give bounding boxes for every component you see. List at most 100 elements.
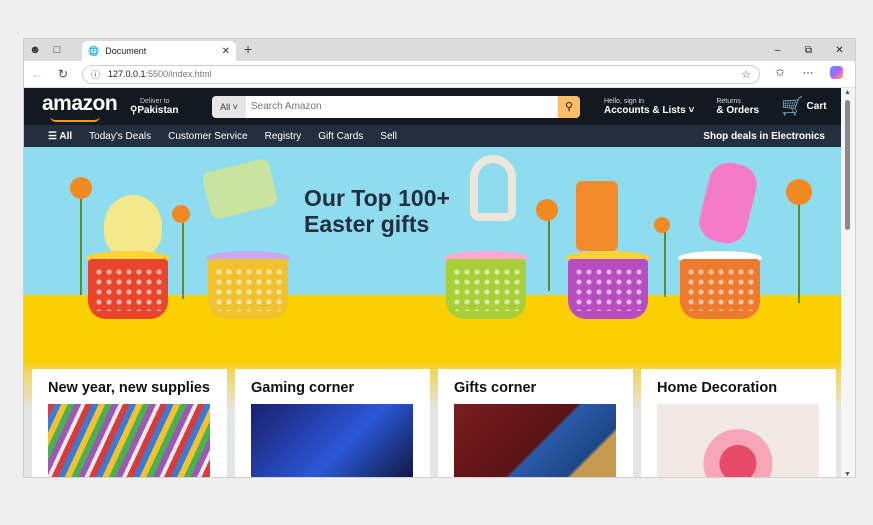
- title-bar: ☻ □ 🌐 Document ✕ + – ⧉ ✕: [24, 39, 855, 61]
- subnav-gift-cards[interactable]: Gift Cards: [318, 131, 363, 142]
- basket-image: [446, 259, 526, 319]
- more-icon[interactable]: ⋯: [794, 66, 822, 82]
- flower-image: [172, 205, 190, 223]
- subnav-all[interactable]: ☰ All: [48, 131, 72, 142]
- scrollbar-thumb[interactable]: [845, 100, 850, 230]
- search-button[interactable]: ⚲: [558, 95, 580, 118]
- returns-label: Returns: [716, 97, 741, 105]
- hero-line-1: Our Top 100+: [304, 185, 450, 211]
- tumbler-image: [576, 181, 618, 251]
- restore-icon[interactable]: ⧉: [793, 39, 824, 61]
- deliver-country: Pakistan: [137, 104, 179, 116]
- close-icon[interactable]: ✕: [222, 46, 230, 57]
- flower-image: [654, 217, 670, 233]
- flower-bouquet-image: [657, 404, 819, 477]
- cart-icon: 🛒: [781, 96, 804, 116]
- browser-tab[interactable]: 🌐 Document ✕: [82, 41, 236, 61]
- basket-image: [208, 259, 288, 319]
- subnav-sell[interactable]: Sell: [380, 131, 397, 142]
- favorites-icon[interactable]: ✩: [766, 66, 794, 82]
- card-title: New year, new supplies: [48, 380, 210, 396]
- amazon-header: amazon Deliver to ⚲Pakistan All ˅ ⚲ Hell…: [24, 88, 843, 125]
- card-gaming-corner[interactable]: Gaming corner: [235, 369, 430, 477]
- gaming-pc-image: [251, 404, 413, 477]
- gift-boxes-image: [454, 404, 616, 477]
- card-title: Gaming corner: [251, 380, 355, 396]
- copilot-icon[interactable]: [822, 66, 850, 82]
- hero-headline: Our Top 100+ Easter gifts: [304, 185, 450, 237]
- search-category-select[interactable]: All ˅: [212, 95, 246, 118]
- card-game-image: [201, 157, 279, 221]
- profile-icon[interactable]: ☻: [24, 39, 46, 61]
- web-page: amazon Deliver to ⚲Pakistan All ˅ ⚲ Hell…: [24, 88, 843, 477]
- cart-button[interactable]: 🛒 Cart: [781, 96, 826, 117]
- returns-orders[interactable]: Returns & Orders: [716, 98, 759, 116]
- tabs-icon[interactable]: □: [46, 39, 68, 61]
- colored-pencils-image: [48, 404, 210, 477]
- plus-icon[interactable]: +: [244, 41, 252, 57]
- category-cards: New year, new supplies Gaming corner Gif…: [24, 361, 843, 477]
- browser-tools: ✩ ⋯: [766, 66, 850, 82]
- url-path: :5500/index.html: [145, 69, 212, 79]
- flower-stem: [798, 193, 800, 303]
- basket-image: [88, 259, 168, 319]
- subnav-customer-service[interactable]: Customer Service: [168, 131, 247, 142]
- back-icon[interactable]: ←: [24, 67, 50, 81]
- card-home-decoration[interactable]: Home Decoration: [641, 369, 836, 477]
- headphones-image: [470, 155, 516, 221]
- globe-icon: 🌐: [88, 45, 100, 56]
- amazon-subnav: ☰ All Today's Deals Customer Service Reg…: [24, 125, 843, 147]
- hero-banner[interactable]: Our Top 100+ Easter gifts: [24, 147, 843, 361]
- minimize-icon[interactable]: –: [762, 39, 793, 61]
- subnav-registry[interactable]: Registry: [265, 131, 302, 142]
- cart-label: Cart: [806, 101, 827, 112]
- search-input[interactable]: [246, 95, 558, 118]
- deliver-to[interactable]: Deliver to ⚲Pakistan: [130, 98, 192, 116]
- card-title: Home Decoration: [657, 380, 778, 396]
- logo-text: amazon: [42, 91, 118, 115]
- window-controls: – ⧉ ✕: [762, 39, 855, 61]
- flower-stem: [548, 211, 550, 291]
- search-icon: ⚲: [564, 101, 574, 113]
- basket-image: [680, 259, 760, 319]
- flower-stem: [664, 227, 666, 297]
- url-host: 127.0.0.1: [108, 69, 146, 79]
- flower-image: [786, 179, 812, 205]
- close-window-icon[interactable]: ✕: [824, 39, 855, 61]
- hero-line-2: Easter gifts: [304, 211, 430, 237]
- orders-label: & Orders: [716, 104, 760, 116]
- amazon-logo[interactable]: amazon: [42, 91, 118, 122]
- basket-image: [568, 259, 648, 319]
- page-scrollbar[interactable]: ▲ ▼: [841, 88, 855, 477]
- card-gifts-corner[interactable]: Gifts corner: [438, 369, 633, 477]
- plush-toy-image: [104, 195, 162, 257]
- flower-stem: [182, 219, 184, 299]
- refresh-icon[interactable]: ↻: [50, 67, 76, 81]
- info-icon[interactable]: ⓘ: [91, 68, 100, 81]
- subnav-all-label: All: [59, 130, 73, 142]
- pink-speaker-image: [695, 158, 761, 248]
- scroll-up-icon[interactable]: ▲: [844, 89, 851, 96]
- card-new-year-supplies[interactable]: New year, new supplies: [32, 369, 227, 477]
- browser-window: ☻ □ 🌐 Document ✕ + – ⧉ ✕ ← ↻ ⓘ 127.0.0.1…: [23, 38, 856, 478]
- tab-title: Document: [105, 46, 147, 56]
- subnav-promo[interactable]: Shop deals in Electronics: [703, 131, 825, 142]
- flower-image: [536, 199, 558, 221]
- account-menu[interactable]: Hello, sign in Accounts & Lists ˅: [604, 98, 694, 116]
- chevron-down-icon: ˅: [688, 104, 695, 116]
- deliver-label: Deliver to: [140, 97, 170, 105]
- address-toolbar: ← ↻ ⓘ 127.0.0.1 :5500/index.html ☆ ✩ ⋯: [24, 61, 855, 88]
- chevron-down-icon: ˅: [232, 101, 238, 112]
- favorite-star-icon[interactable]: ☆: [741, 68, 751, 81]
- flower-image: [70, 177, 92, 199]
- scroll-down-icon[interactable]: ▼: [844, 471, 851, 477]
- hamburger-icon: ☰: [48, 130, 57, 142]
- account-greeting: Hello, sign in: [604, 97, 645, 105]
- search-category-label: All: [220, 101, 231, 112]
- subnav-todays-deals[interactable]: Today's Deals: [89, 131, 151, 142]
- search-bar: All ˅ ⚲: [212, 95, 580, 118]
- flower-stem: [80, 195, 82, 295]
- account-label: Accounts & Lists: [604, 104, 686, 116]
- logo-smile-icon: [50, 116, 100, 122]
- url-bar[interactable]: ⓘ 127.0.0.1 :5500/index.html ☆: [82, 64, 760, 84]
